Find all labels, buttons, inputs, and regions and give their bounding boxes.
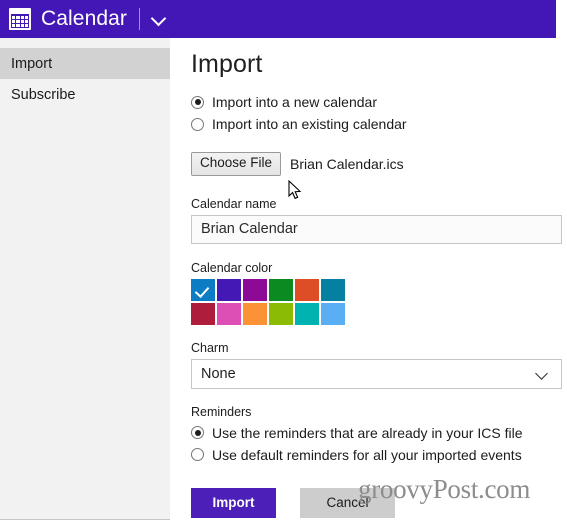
color-swatch-orange-red[interactable] [295,278,319,301]
footer-buttons: Import Cancel [191,487,567,518]
cancel-button[interactable]: Cancel [300,487,395,518]
import-mode-group: Import into a new calendar Import into a… [191,92,567,134]
calendar-name-field: Calendar name [191,197,567,244]
radio-indicator [191,426,204,440]
color-swatch-teal[interactable] [321,278,345,301]
color-swatch-light-blue[interactable] [321,302,345,325]
charm-field: Charm None [191,341,567,389]
radio-label: Import into a new calendar [212,94,377,110]
chevron-down-icon[interactable] [151,11,167,27]
charm-select[interactable]: None [191,358,562,389]
title-bar: Calendar [0,0,556,38]
calendar-import-window: Calendar Import Subscribe Import Import … [0,0,567,527]
radio-reminders-default[interactable]: Use default reminders for all your impor… [191,445,567,465]
color-swatch-indigo[interactable] [217,278,241,301]
color-swatch-purple[interactable] [243,278,267,301]
color-swatch-grid [191,278,349,325]
sidebar: Import Subscribe [0,38,170,520]
color-swatch-green[interactable] [269,278,293,301]
color-swatch-cyan[interactable] [295,302,319,325]
sidebar-item-label: Import [11,55,53,72]
main-panel: Import Import into a new calendar Import… [170,38,567,527]
color-swatch-yellow-green[interactable] [269,302,293,325]
selected-file-name: Brian Calendar.ics [290,155,404,172]
calendar-name-input[interactable] [191,214,562,244]
radio-indicator [191,117,204,131]
sidebar-item-subscribe[interactable]: Subscribe [0,79,170,110]
radio-indicator [191,448,204,462]
calendar-color-label: Calendar color [191,260,273,275]
file-chooser-row: Choose File Brian Calendar.ics [191,152,567,176]
charm-selected-value: None [201,365,236,382]
charm-label: Charm [191,340,229,355]
title-divider [139,8,141,30]
color-swatch-pink[interactable] [217,302,241,325]
reminders-label: Reminders [191,404,252,419]
choose-file-button[interactable]: Choose File [191,152,282,176]
sidebar-item-import[interactable]: Import [0,48,170,79]
calendar-name-label: Calendar name [191,196,277,211]
color-swatch-orange[interactable] [243,302,267,325]
window-title: Calendar [41,7,128,30]
color-swatch-crimson[interactable] [191,302,215,325]
calendar-color-field: Calendar color [191,261,567,325]
sidebar-item-label: Subscribe [11,86,76,103]
calendar-grid-icon [9,8,31,30]
radio-label: Import into an existing calendar [212,116,407,132]
charm-select-wrap: None [191,358,562,389]
color-swatch-blue[interactable] [191,278,215,301]
import-button[interactable]: Import [191,487,276,518]
reminders-field: Reminders Use the reminders that are alr… [191,405,567,465]
radio-import-new[interactable]: Import into a new calendar [191,92,567,112]
radio-indicator [191,95,204,109]
radio-reminders-ics[interactable]: Use the reminders that are already in yo… [191,423,567,443]
radio-label: Use default reminders for all your impor… [212,446,522,463]
radio-label: Use the reminders that are already in yo… [212,424,523,441]
radio-import-existing[interactable]: Import into an existing calendar [191,114,567,134]
page-title: Import [191,50,263,78]
